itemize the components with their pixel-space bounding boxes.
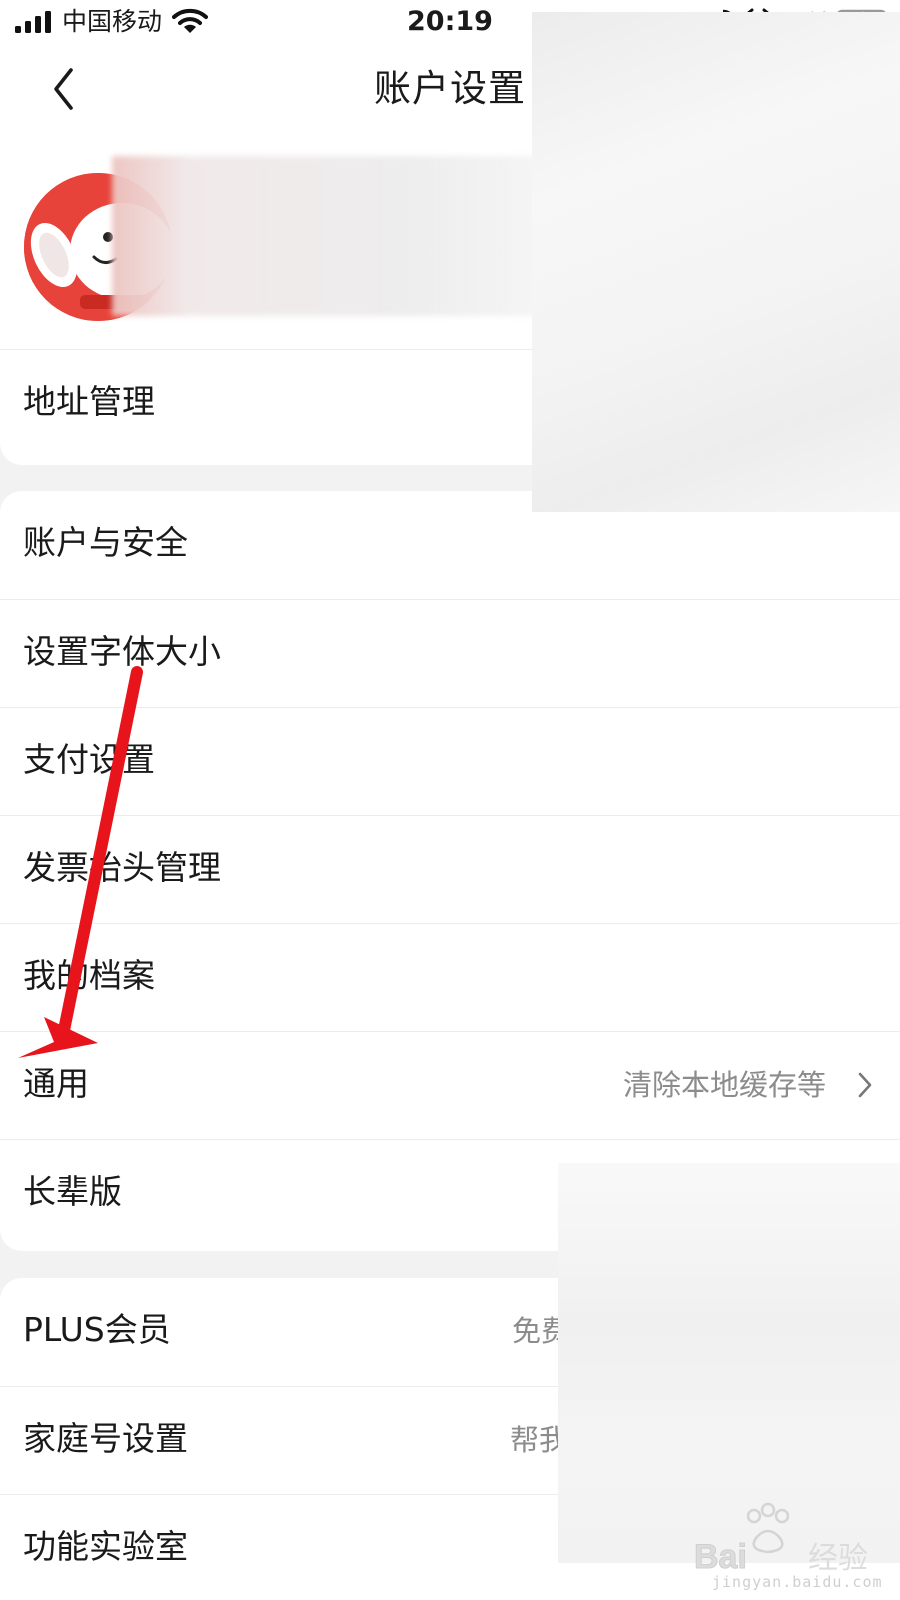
- list-item-label: 发票抬头管理: [23, 848, 221, 887]
- list-item-general[interactable]: 通用 清除本地缓存等: [0, 1031, 900, 1139]
- list-item-payment[interactable]: 支付设置: [0, 707, 900, 815]
- chevron-right-icon: [858, 1072, 872, 1098]
- list-item-label: 账户与安全: [23, 523, 188, 562]
- list-item-invoice[interactable]: 发票抬头管理: [0, 815, 900, 923]
- carrier-name: 中国移动: [62, 7, 163, 36]
- list-item-label: 设置字体大小: [23, 632, 221, 671]
- settings-card: 账户与安全 设置字体大小 支付设置 发票抬头管理 我的档案 通用 清除本地缓存等…: [0, 491, 900, 1251]
- list-item-label: 支付设置: [23, 740, 155, 779]
- list-item-profile-archive[interactable]: 我的档案: [0, 923, 900, 1031]
- list-item-font-size[interactable]: 设置字体大小: [0, 599, 900, 707]
- watermark-url: jingyan.baidu.com: [712, 1573, 883, 1591]
- wifi-icon: [172, 8, 208, 33]
- status-time: 20:19: [407, 6, 493, 37]
- list-item-label: 家庭号设置: [23, 1419, 188, 1458]
- list-item-label: 地址管理: [23, 382, 155, 421]
- list-item-label: 通用: [23, 1064, 89, 1103]
- list-item-label: PLUS会员: [23, 1310, 171, 1349]
- list-item-label: 长辈版: [23, 1172, 122, 1211]
- signal-icon: [15, 11, 51, 33]
- svg-text:经验: 经验: [808, 1542, 868, 1575]
- list-item-subtitle: 清除本地缓存等: [622, 1068, 826, 1102]
- svg-text:Bai: Bai: [694, 1538, 747, 1576]
- back-chevron-icon: [54, 68, 73, 110]
- back-button[interactable]: [44, 66, 94, 116]
- list-item-label: 我的档案: [23, 956, 155, 995]
- list-item-label: 功能实验室: [23, 1527, 188, 1566]
- privacy-blur-overlay: [532, 12, 900, 512]
